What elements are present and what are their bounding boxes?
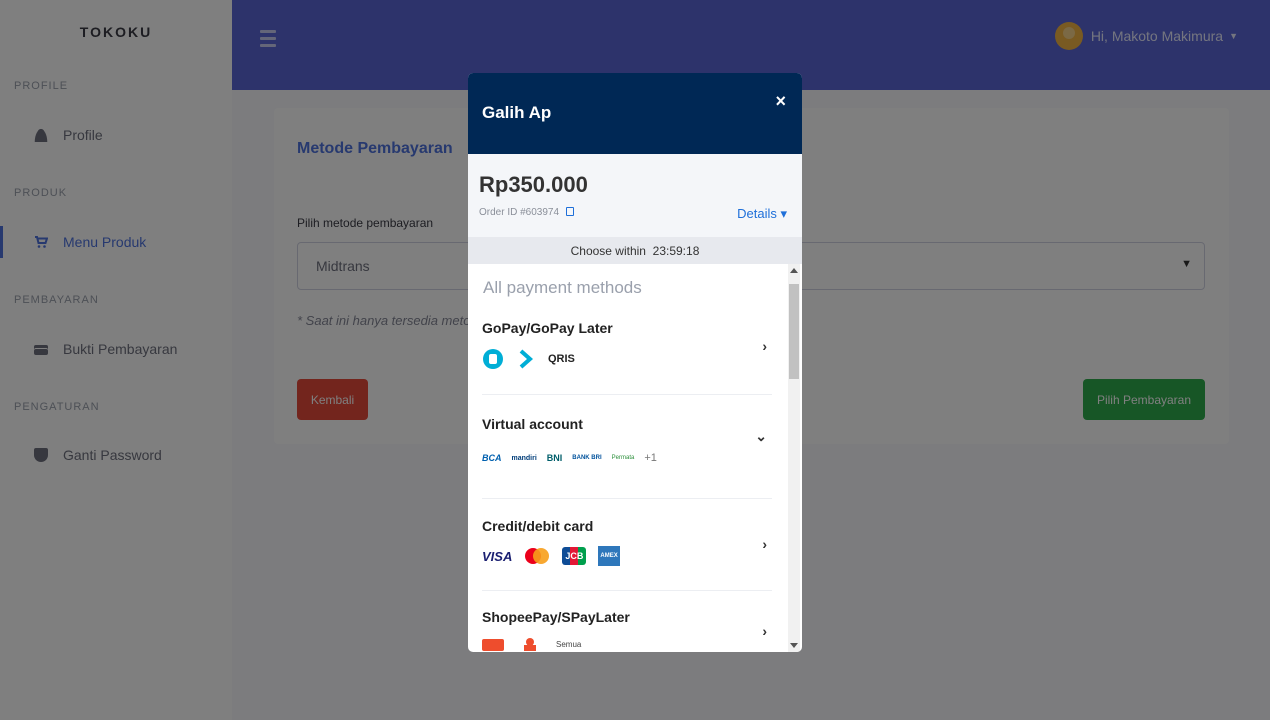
method-gopay[interactable]: GoPay/GoPay Later › QRIS	[482, 320, 772, 380]
scrollbar[interactable]	[788, 264, 800, 652]
chevron-right-icon: ›	[762, 623, 767, 639]
chevron-down-icon: ⌄	[755, 428, 767, 444]
mandiri-logo: mandiri	[511, 454, 537, 462]
modal-header: Galih Ap ×	[468, 73, 802, 154]
method-logos: BCA mandiri BNI BANK BRI Permata +1	[482, 452, 772, 464]
method-name: Virtual account	[482, 416, 583, 432]
scrollbar-thumb[interactable]	[789, 284, 799, 379]
divider	[482, 394, 772, 395]
scroll-up-icon[interactable]	[790, 268, 798, 273]
method-virtual-account[interactable]: Virtual account ⌄ BCA mandiri BNI BANK B…	[482, 416, 772, 476]
method-name: GoPay/GoPay Later	[482, 320, 613, 336]
close-icon[interactable]: ×	[775, 91, 786, 112]
method-logos: Semua	[482, 637, 772, 651]
visa-logo: VISA	[482, 548, 513, 564]
chevron-right-icon: ›	[762, 338, 767, 354]
timer-label: Choose within	[570, 244, 646, 258]
shopeepay-icon	[482, 639, 504, 651]
divider	[482, 498, 772, 499]
method-logos: QRIS	[482, 348, 772, 370]
amount: Rp350.000	[479, 172, 588, 197]
list-heading: All payment methods	[483, 278, 642, 297]
merchant-name: Galih Ap	[482, 103, 552, 122]
bca-logo: BCA	[482, 453, 502, 463]
qris-logo: QRIS	[548, 353, 575, 365]
countdown-timer: Choose within 23:59:18	[468, 237, 802, 264]
payment-modal: Galih Ap × Rp350.000 Order ID #603974 De…	[468, 73, 802, 652]
order-id-text: Order ID #603974	[479, 207, 560, 218]
semua-logo: Semua	[556, 639, 582, 649]
method-logos: VISA JCB AMEX	[482, 546, 772, 566]
method-name: ShopeePay/SPayLater	[482, 609, 630, 625]
copy-icon[interactable]	[565, 207, 574, 216]
gopaylater-icon	[519, 349, 534, 369]
timer-value: 23:59:18	[652, 244, 700, 258]
gopay-icon	[483, 349, 503, 369]
divider	[482, 590, 772, 591]
mastercard-icon	[525, 548, 550, 564]
payment-method-list: All payment methods GoPay/GoPay Later › …	[468, 264, 802, 652]
amex-logo: AMEX	[598, 546, 620, 566]
bni-logo: BNI	[546, 453, 563, 463]
jcb-logo: JCB	[562, 547, 587, 565]
method-shopeepay[interactable]: ShopeePay/SPayLater › Semua	[482, 609, 772, 652]
scroll-down-icon[interactable]	[790, 643, 798, 648]
more-banks-count: +1	[644, 452, 657, 464]
chevron-right-icon: ›	[762, 536, 767, 552]
method-credit-card[interactable]: Credit/debit card › VISA JCB AMEX	[482, 518, 772, 578]
method-name: Credit/debit card	[482, 518, 594, 534]
order-id: Order ID #603974	[479, 207, 574, 218]
spaylater-icon	[524, 638, 536, 651]
details-toggle[interactable]: Details ▾	[737, 206, 787, 222]
bri-logo: BANK BRI	[572, 455, 602, 461]
permata-logo: Permata	[611, 455, 635, 461]
amount-section: Rp350.000 Order ID #603974 Details ▾	[468, 154, 802, 237]
